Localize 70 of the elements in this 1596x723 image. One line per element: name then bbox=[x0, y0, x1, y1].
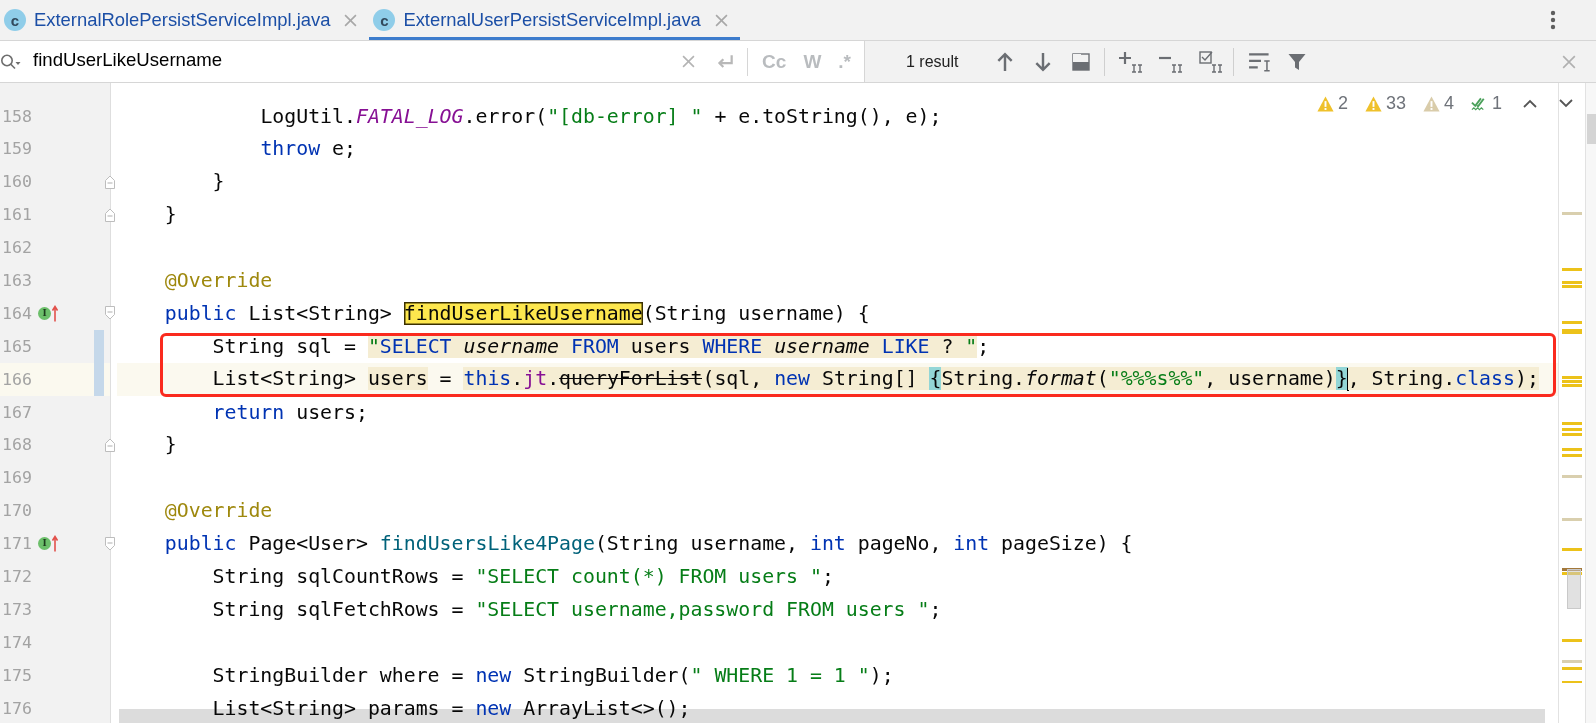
line-number: 167 bbox=[1, 402, 32, 422]
code-line: } bbox=[164, 203, 177, 227]
code-line: List<String> params = new ArrayList<>(); bbox=[212, 696, 691, 720]
close-icon[interactable] bbox=[714, 13, 728, 27]
return-arrow-icon[interactable] bbox=[715, 52, 736, 71]
window-icon[interactable] bbox=[1072, 51, 1091, 72]
search-icon[interactable] bbox=[0, 52, 22, 71]
code-line: public Page<User> findUsersLike4Page(String username, int pageNo, int pageSize) { bbox=[164, 532, 1133, 556]
code-line: String sql = "SELECT username FROM users WHERE username LIKE ? "; bbox=[212, 334, 990, 358]
line-number: 169 bbox=[1, 468, 32, 488]
result-count: 1 result bbox=[906, 52, 959, 71]
line-number: 175 bbox=[1, 665, 32, 685]
close-icon[interactable] bbox=[344, 13, 358, 27]
code-line: public List<String> findUserLikeUsername(String username) { bbox=[164, 301, 870, 325]
fold-icon[interactable] bbox=[104, 436, 116, 453]
line-number: 158 bbox=[1, 106, 32, 126]
close-icon[interactable] bbox=[1562, 54, 1576, 69]
code-line: List<String> users = this.jt.queryForList(sql, new String[] {String.format("%%%s%%", username)}, String.class); bbox=[212, 366, 1539, 392]
code-line: } bbox=[164, 433, 177, 457]
scrollbar-thumb[interactable] bbox=[1587, 114, 1596, 144]
inspection-count: 1 bbox=[1492, 93, 1502, 114]
inspection-count: 2 bbox=[1337, 93, 1348, 114]
class-icon: c bbox=[373, 9, 396, 31]
code-line: String sqlCountRows = "SELECT count(*) FROM users "; bbox=[212, 565, 834, 588]
code-line: throw e; bbox=[260, 137, 356, 161]
fold-icon[interactable] bbox=[104, 173, 116, 190]
chevron-down-icon[interactable] bbox=[1559, 99, 1573, 108]
change-marker[interactable] bbox=[94, 329, 104, 363]
chevron-up-icon[interactable] bbox=[1523, 99, 1537, 108]
fold-icon[interactable] bbox=[104, 305, 116, 322]
line-number: 159 bbox=[1, 139, 32, 159]
line-number: 160 bbox=[1, 172, 32, 192]
search-field[interactable]: findUserLikeUsername Cc W .* bbox=[0, 41, 865, 82]
line-number: 172 bbox=[1, 567, 32, 586]
code-line: LogUtil.FATAL_LOG.error("[db-error] " + e.toString(), e); bbox=[260, 104, 942, 128]
arrow-up-icon[interactable] bbox=[996, 51, 1015, 72]
line-number: 162 bbox=[1, 238, 32, 258]
code-line: @Override bbox=[164, 269, 273, 292]
code-line: return users; bbox=[212, 400, 368, 424]
inspection-count: 33 bbox=[1385, 93, 1406, 114]
line-number: 176 bbox=[1, 698, 32, 718]
editor-tab[interactable]: c ExternalRolePersistServiceImpl.java bbox=[0, 0, 370, 40]
line-number: 170 bbox=[1, 501, 32, 521]
line-number: 163 bbox=[1, 271, 32, 290]
editor-tab[interactable]: c ExternalUserPersistServiceImpl.java bbox=[369, 0, 740, 40]
clear-icon[interactable] bbox=[682, 55, 696, 68]
line-number: 166 bbox=[1, 369, 32, 389]
warning-icon[interactable] bbox=[1316, 95, 1334, 112]
funnel-icon[interactable] bbox=[1288, 51, 1307, 72]
code-line: @Override bbox=[164, 499, 273, 523]
arrow-down-icon[interactable] bbox=[1034, 51, 1053, 72]
change-marker[interactable] bbox=[94, 362, 104, 396]
code-line: String sqlFetchRows = "SELECT username,password FROM users "; bbox=[212, 597, 942, 621]
class-icon: c bbox=[4, 9, 26, 31]
line-number: 164 bbox=[1, 303, 32, 323]
fold-icon[interactable] bbox=[104, 535, 116, 552]
warning-icon[interactable] bbox=[1364, 95, 1382, 112]
warning-icon[interactable] bbox=[1422, 95, 1440, 112]
inspection-count: 4 bbox=[1443, 93, 1454, 114]
scrollbar-thumb[interactable] bbox=[1567, 569, 1581, 609]
more-options-icon[interactable] bbox=[1550, 10, 1556, 30]
line-number: 161 bbox=[1, 205, 32, 225]
line-number: 171 bbox=[1, 534, 32, 554]
line-number: 173 bbox=[1, 599, 32, 619]
line-number: 168 bbox=[1, 435, 32, 455]
code-line: } bbox=[212, 170, 225, 194]
fold-icon[interactable] bbox=[104, 206, 116, 223]
line-number: 174 bbox=[1, 632, 32, 652]
line-number: 165 bbox=[1, 336, 32, 356]
code-line: StringBuilder where = new StringBuilder(" WHERE 1 = 1 "); bbox=[212, 663, 894, 687]
